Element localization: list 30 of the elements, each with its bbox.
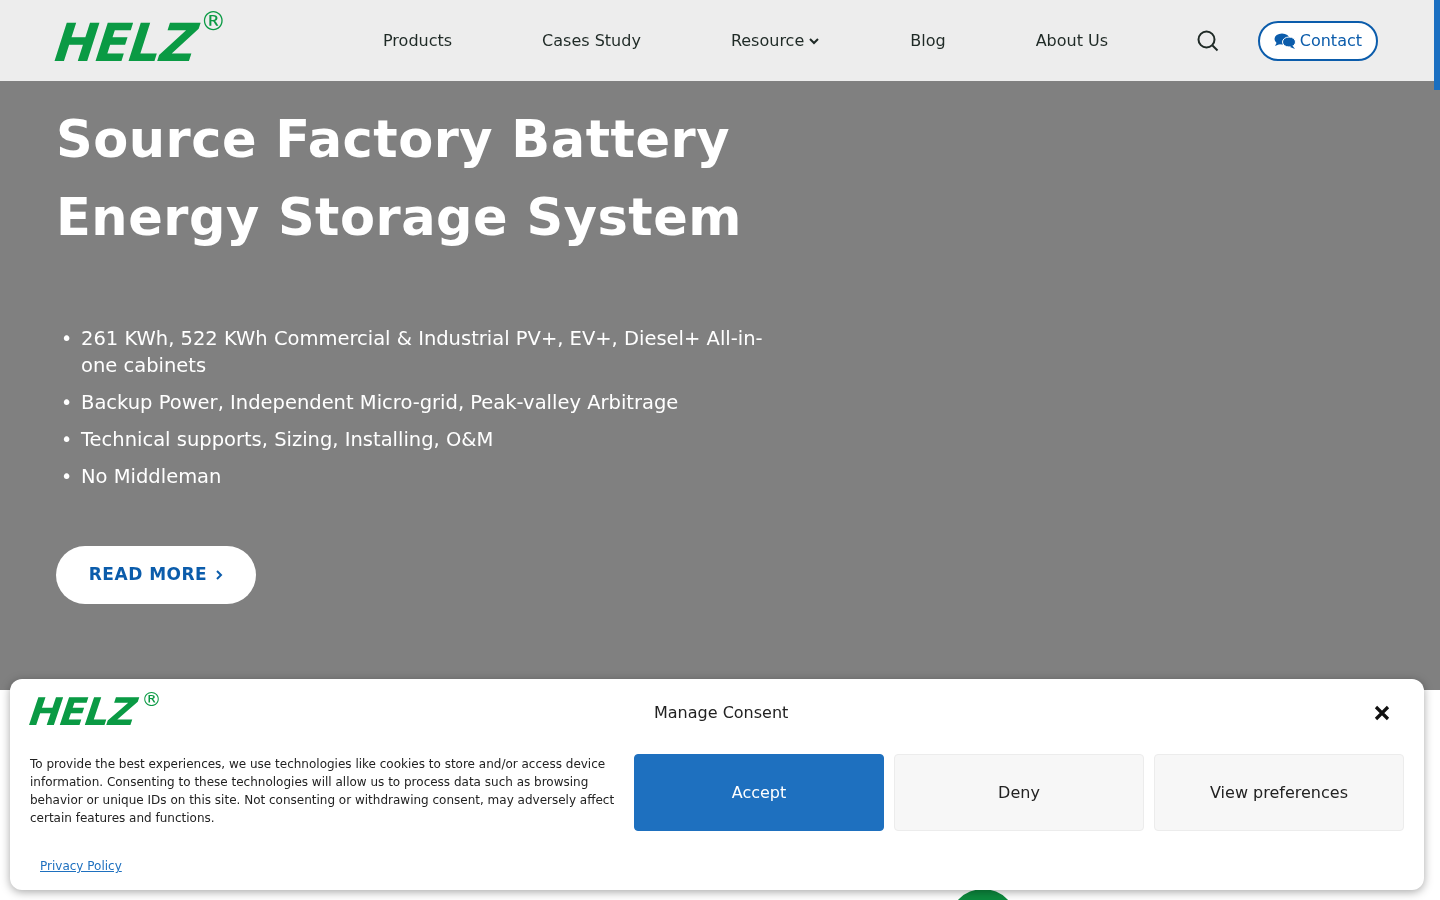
hero-title: Source Factory Battery Energy Storage System <box>56 109 743 249</box>
feature-bullet: 261 KWh, 522 KWh Commercial & Industrial PV+, EV+, Diesel+ All-in-one cabinets <box>81 326 764 379</box>
feature-bullet: Backup Power, Independent Micro-grid, Peak-valley Arbitrage <box>81 390 680 416</box>
contact-button[interactable]: Contact <box>1257 20 1378 61</box>
feature-bullet: Technical supports, Sizing, Installing, O&M <box>81 427 495 453</box>
consent-option-button[interactable]: View preferences <box>1154 754 1404 831</box>
bullet-marker: • <box>61 390 74 415</box>
registered-mark: ® <box>141 689 162 709</box>
consent-option-button[interactable]: Deny <box>894 754 1144 831</box>
bullet-marker: • <box>61 427 74 452</box>
read-more-button[interactable]: READ MORE <box>56 546 256 604</box>
nav-link[interactable]: Products <box>383 28 453 53</box>
bullet-marker: • <box>61 464 74 489</box>
scrollbar-thumb[interactable] <box>1434 0 1440 90</box>
accept-button[interactable]: Accept <box>634 754 884 831</box>
nav-link[interactable]: Resource <box>730 28 821 53</box>
feature-bullet: No Middleman <box>81 464 223 490</box>
chevron-right-icon <box>215 569 224 581</box>
consent-text: To provide the best experiences, we use technologies like cookies to store and/or access device information. Consenting to these technologies will allow us to process data such as browsing behavior or unique IDs on this site. Not consenting or withdrawing consent, may adversely affect certain features and functions. <box>30 756 616 827</box>
close-icon[interactable] <box>1374 705 1390 721</box>
logo[interactable]: HELZ <box>27 693 139 731</box>
privacy-policy-link[interactable]: Privacy Policy <box>40 857 122 875</box>
search-icon[interactable] <box>1196 29 1219 52</box>
registered-mark: ® <box>200 8 227 34</box>
chat-bubbles-icon <box>1273 31 1296 50</box>
nav-link[interactable]: About Us <box>1035 28 1109 53</box>
nav-link[interactable]: Blog <box>910 28 946 53</box>
nav-link[interactable]: Cases Study <box>542 28 641 53</box>
bullet-marker: • <box>61 326 74 351</box>
dialog-title: Manage Consent <box>654 702 789 724</box>
